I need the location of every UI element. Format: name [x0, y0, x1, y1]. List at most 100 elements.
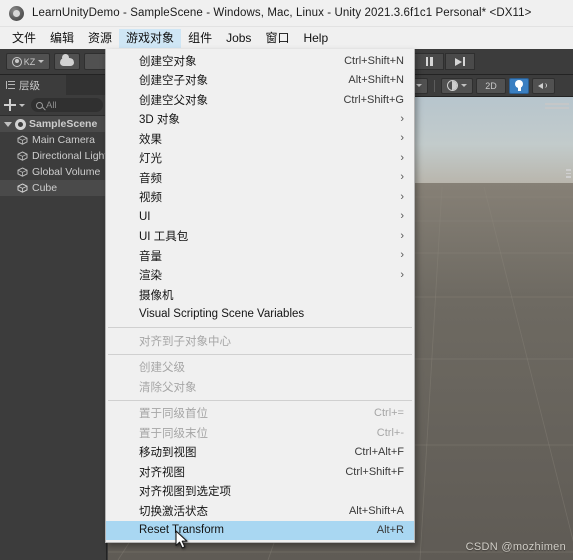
user-avatar-icon — [11, 56, 22, 67]
menu-item-ui-toolkit[interactable]: UI 工具包 › — [106, 227, 414, 247]
shading-mode-icon — [447, 80, 458, 91]
menu-item-volume[interactable]: 音量 › — [106, 246, 414, 266]
chevron-right-icon: › — [400, 229, 404, 242]
menu-component[interactable]: 组件 — [181, 29, 219, 48]
add-gameobject-button[interactable] — [4, 99, 25, 111]
hierarchy-item-label: Directional Light — [32, 150, 108, 162]
tab-hierarchy[interactable]: 层级 — [0, 75, 66, 95]
hierarchy-item-global-volume[interactable]: Global Volume — [0, 164, 107, 180]
account-button[interactable]: KZ — [6, 53, 50, 70]
menu-item-label: 渲染 — [139, 270, 162, 283]
shading-mode-button[interactable] — [441, 77, 473, 94]
menu-item-label: 对齐到子对象中心 — [139, 335, 231, 348]
chevron-right-icon: › — [400, 249, 404, 262]
menu-item-visual-scripting-scene-variables[interactable]: Visual Scripting Scene Variables — [106, 305, 414, 325]
pause-button[interactable] — [414, 53, 444, 70]
hierarchy-item-main-camera[interactable]: Main Camera — [0, 132, 107, 148]
search-icon — [36, 101, 43, 109]
hierarchy-item-label: Cube — [32, 182, 58, 194]
chevron-right-icon: › — [400, 190, 404, 203]
menu-item-camera[interactable]: 摄像机 — [106, 285, 414, 305]
menu-item-label: 清除父对象 — [139, 381, 197, 394]
hierarchy-item-cube[interactable]: Cube — [0, 180, 107, 196]
menu-item-label: 音量 — [139, 250, 162, 263]
scene-icon — [15, 118, 26, 130]
chevron-down-icon — [461, 84, 467, 87]
menu-item-label: 创建父级 — [139, 362, 185, 375]
menu-item-shortcut: Alt+Shift+A — [348, 504, 404, 517]
menu-item-label: 灯光 — [139, 153, 162, 166]
scene-orientation-gizmo[interactable] — [545, 103, 569, 113]
chevron-right-icon: › — [400, 132, 404, 145]
menu-item-label: 3D 对象 — [139, 114, 180, 127]
hierarchy-icon — [6, 80, 15, 90]
step-button[interactable] — [445, 53, 475, 70]
menu-item-create-empty[interactable]: 创建空对象 Ctrl+Shift+N — [106, 51, 414, 71]
menu-item-shortcut: Ctrl+= — [374, 407, 404, 420]
menu-item-label: UI — [139, 210, 151, 223]
menu-item-align-view-to-selected[interactable]: 对齐视图到选定项 — [106, 482, 414, 502]
chevron-down-icon — [416, 84, 422, 87]
playmode-controls — [414, 53, 475, 70]
hierarchy-item-samplescene[interactable]: SampleScene — [0, 116, 107, 132]
search-input[interactable]: All — [31, 98, 103, 112]
hierarchy-panel: 层级 All SampleScene Main Camera Direction… — [0, 75, 107, 560]
window-title-bar: LearnUnityDemo - SampleScene - Windows, … — [0, 0, 573, 27]
menu-edit[interactable]: 编辑 — [43, 29, 81, 48]
menu-help[interactable]: Help — [296, 29, 335, 48]
cloud-button[interactable] — [54, 53, 80, 70]
chevron-right-icon: › — [400, 268, 404, 281]
menu-item-shortcut: Alt+R — [376, 524, 404, 537]
menu-item-align-with-view[interactable]: 对齐视图 Ctrl+Shift+F — [106, 462, 414, 482]
cube-icon — [17, 167, 28, 177]
toggle-audio-button[interactable] — [532, 77, 555, 94]
toolbar-divider — [434, 79, 435, 92]
menu-gameobject[interactable]: 游戏对象 — [119, 28, 182, 48]
menu-item-label: 创建空子对象 — [139, 75, 208, 88]
menu-item-label: 切换激活状态 — [139, 505, 208, 518]
menu-window[interactable]: 窗口 — [258, 29, 296, 48]
menu-item-label: Reset Transform — [139, 524, 224, 537]
page-title: LearnUnityDemo - SampleScene - Windows, … — [32, 7, 532, 19]
menu-item-make-parent: 创建父级 — [106, 358, 414, 378]
chevron-right-icon: › — [400, 210, 404, 223]
menu-item-reset-transform[interactable]: Reset Transform Alt+R — [106, 520, 414, 540]
menu-item-label: 音频 — [139, 172, 162, 185]
hierarchy-item-label: Main Camera — [32, 134, 96, 146]
menu-jobs[interactable]: Jobs — [219, 29, 258, 48]
menu-item-shortcut: Ctrl+- — [376, 426, 404, 439]
chevron-down-icon[interactable] — [4, 121, 12, 127]
menu-item-effects[interactable]: 效果 › — [106, 129, 414, 149]
toggle-lighting-button[interactable] — [509, 77, 529, 94]
menu-item-create-empty-parent[interactable]: 创建空父对象 Ctrl+Shift+G — [106, 90, 414, 110]
menu-item-shortcut: Ctrl+Shift+G — [343, 93, 404, 106]
hierarchy-tree: SampleScene Main Camera Directional Ligh… — [0, 116, 107, 196]
lightbulb-icon — [515, 80, 523, 91]
menu-item-set-as-last-sibling: 置于同级末位 Ctrl+- — [106, 423, 414, 443]
menu-item-audio[interactable]: 音频 › — [106, 168, 414, 188]
menu-assets[interactable]: 资源 — [81, 29, 119, 48]
menu-item-light[interactable]: 灯光 › — [106, 149, 414, 169]
menu-item-toggle-active-state[interactable]: 切换激活状态 Alt+Shift+A — [106, 501, 414, 521]
cube-icon — [17, 135, 28, 145]
menu-file[interactable]: 文件 — [5, 29, 43, 48]
menu-item-video[interactable]: 视频 › — [106, 188, 414, 208]
menu-item-shortcut: Ctrl+Alt+F — [354, 446, 404, 459]
menu-item-label: 视频 — [139, 192, 162, 205]
cube-icon — [17, 183, 28, 193]
hierarchy-tab-row: 层级 — [0, 75, 107, 95]
audio-icon — [538, 81, 549, 91]
menu-item-ui[interactable]: UI › — [106, 207, 414, 227]
main-menu-bar[interactable]: 文件 编辑 资源 游戏对象 组件 Jobs 窗口 Help — [0, 27, 573, 49]
menu-item-rendering[interactable]: 渲染 › — [106, 266, 414, 286]
menu-item-label: 摄像机 — [139, 289, 174, 302]
toggle-2d-button[interactable]: 2D — [476, 77, 506, 94]
menu-separator — [108, 327, 412, 328]
menu-item-create-empty-child[interactable]: 创建空子对象 Alt+Shift+N — [106, 71, 414, 91]
hierarchy-item-directional-light[interactable]: Directional Light — [0, 148, 107, 164]
pause-icon — [425, 57, 433, 66]
menu-item-move-to-view[interactable]: 移动到视图 Ctrl+Alt+F — [106, 443, 414, 463]
menu-item-3d-object[interactable]: 3D 对象 › — [106, 110, 414, 130]
gameobject-dropdown-menu[interactable]: 创建空对象 Ctrl+Shift+N 创建空子对象 Alt+Shift+N 创建… — [105, 49, 415, 543]
menu-item-label: 创建空对象 — [139, 55, 197, 68]
